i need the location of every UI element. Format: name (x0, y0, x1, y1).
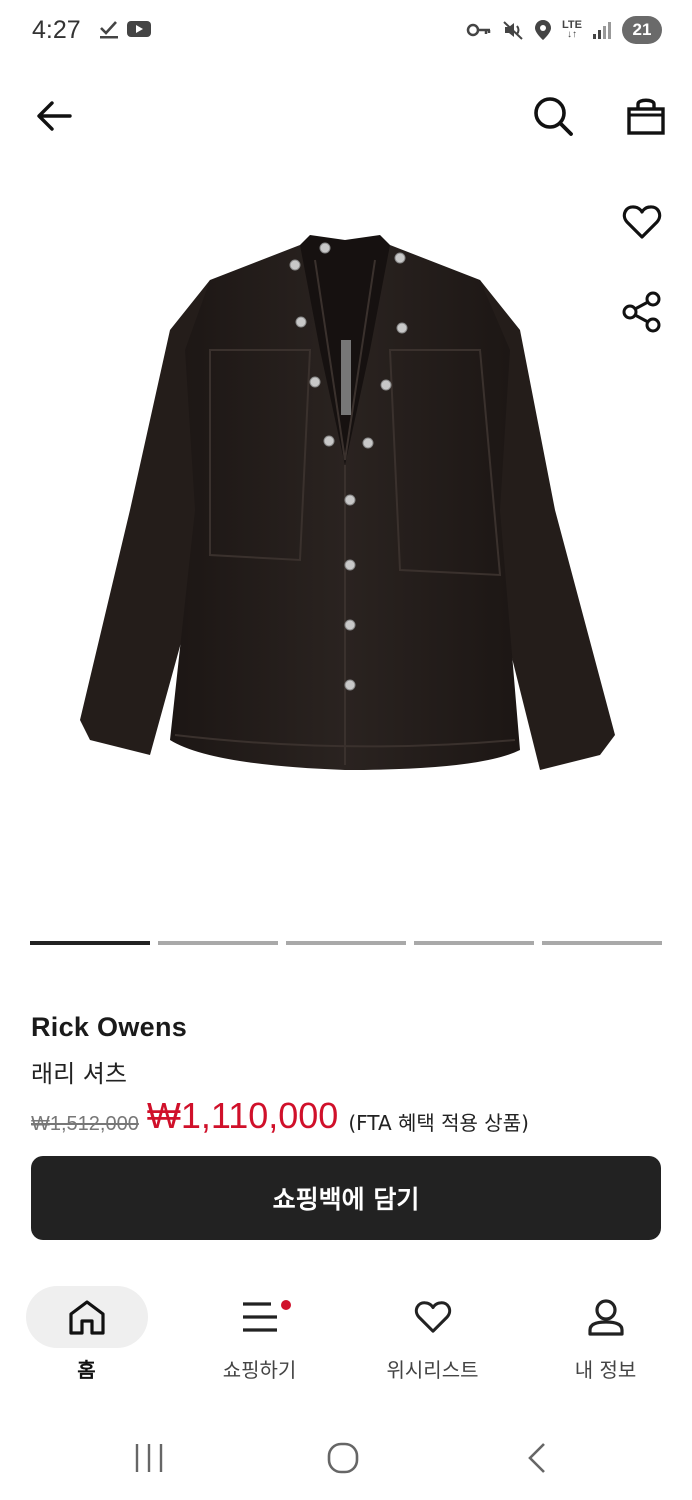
status-time: 4:27 (32, 16, 81, 44)
pager-segment[interactable] (158, 941, 278, 945)
network-type: LTE ↓↑ (562, 19, 582, 40)
price-row: ₩1,512,000 ₩1,110,000 (FTA 혜택 적용 상품) (31, 1098, 671, 1136)
nav-label: 쇼핑하기 (222, 1358, 297, 1382)
check-download-icon (100, 21, 118, 39)
product-name: 래리 셔츠 (31, 1060, 127, 1088)
recents-icon (135, 1444, 163, 1472)
sale-price: ₩1,110,000 (146, 1098, 339, 1136)
back-arrow-icon (37, 101, 72, 131)
status-bar: 4:27 LTE ↓↑ 21 (0, 0, 692, 64)
back-button[interactable] (30, 94, 78, 138)
original-price: ₩1,512,000 (31, 1113, 139, 1135)
status-left-icons (98, 18, 152, 40)
home-system-button[interactable] (318, 1436, 368, 1480)
image-pager (30, 941, 662, 945)
heart-icon (414, 1301, 451, 1333)
nav-pill (545, 1286, 667, 1348)
add-to-bag-button[interactable]: 쇼핑백에 담기 (31, 1156, 661, 1240)
search-icon (534, 97, 573, 136)
person-icon (587, 1299, 624, 1336)
status-right-icons: LTE ↓↑ 21 (466, 16, 662, 44)
black-shirt-image (80, 235, 615, 770)
pager-segment[interactable] (414, 941, 534, 945)
nav-item-shopping[interactable]: 쇼핑하기 (173, 1280, 346, 1390)
bottom-navigation: 홈 쇼핑하기 위시리스트 내 정보 (0, 1280, 692, 1400)
mute-icon (503, 21, 523, 40)
system-navigation-bar (0, 1420, 692, 1500)
pager-segment[interactable] (30, 941, 150, 945)
vpn-key-icon (466, 23, 491, 37)
notification-dot (280, 1300, 291, 1310)
heart-icon (622, 205, 662, 239)
nav-item-home[interactable]: 홈 (0, 1280, 173, 1390)
product-image[interactable] (60, 210, 630, 830)
share-icon (622, 291, 661, 333)
nav-label: 위시리스트 (386, 1358, 479, 1382)
recents-button[interactable] (122, 1436, 176, 1480)
price-note: (FTA 혜택 적용 상품) (348, 1111, 529, 1135)
nav-item-my-info[interactable]: 내 정보 (519, 1280, 692, 1390)
nav-item-wishlist[interactable]: 위시리스트 (346, 1280, 519, 1390)
location-icon (535, 20, 552, 40)
home-icon (68, 1300, 105, 1335)
nav-pill (25, 1286, 148, 1348)
pager-segment[interactable] (542, 941, 662, 945)
top-app-bar (0, 80, 692, 152)
share-button[interactable] (620, 290, 664, 334)
system-back-button[interactable] (514, 1436, 560, 1480)
wishlist-button[interactable] (620, 200, 664, 244)
nav-pill (199, 1286, 321, 1348)
nav-label: 내 정보 (574, 1358, 637, 1382)
battery-indicator: 21 (622, 16, 662, 44)
signal-icon (593, 22, 611, 39)
menu-icon (242, 1302, 277, 1332)
home-circle-icon (327, 1442, 359, 1474)
nav-label: 홈 (77, 1358, 96, 1382)
youtube-icon (127, 21, 151, 37)
shopping-bag-button[interactable] (622, 92, 670, 140)
pager-segment[interactable] (286, 941, 406, 945)
product-brand[interactable]: Rick Owens (31, 1012, 187, 1043)
shopping-bag-icon (627, 98, 665, 135)
chevron-left-icon (528, 1443, 545, 1473)
search-button[interactable] (528, 92, 578, 140)
nav-pill (372, 1286, 494, 1348)
